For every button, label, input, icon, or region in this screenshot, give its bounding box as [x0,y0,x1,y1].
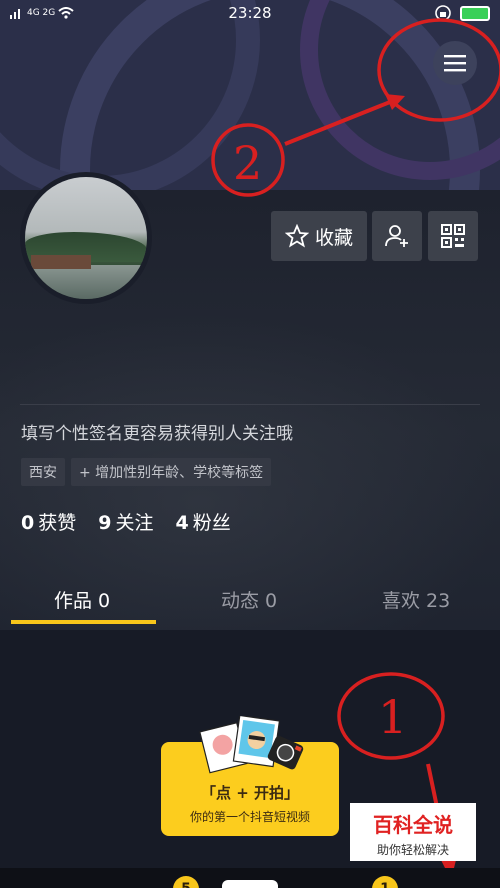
tutorial-annotation-overlay [211,18,500,880]
create-video-button[interactable] [222,880,278,888]
watermark-title: 百科全说 [373,813,453,837]
watermark-subtitle: 助你轻松解决 [376,843,449,857]
watermark-logo: 百科全说 助你轻松解决 [350,803,476,861]
annotation-step-one: 1 [378,690,408,744]
annotation-step-two: 2 [233,136,263,190]
